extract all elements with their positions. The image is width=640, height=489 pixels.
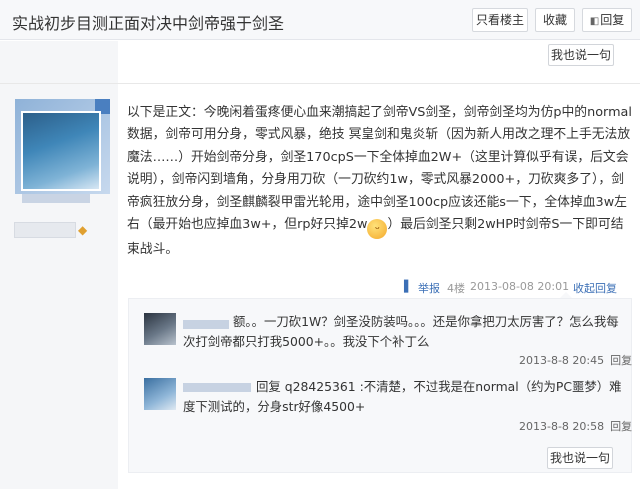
avatar[interactable] — [21, 111, 101, 191]
reply-button[interactable]: ◧回复 — [582, 8, 632, 32]
grin-emoji-icon: ᵕ — [367, 219, 388, 240]
say-something-button[interactable]: 我也说一句 — [547, 447, 613, 469]
comment-text: 额。。一刀砍1W？剑圣没防装吗。。。还是你拿把刀太厉害了？怎么我每次打剑帝都只打… — [183, 314, 619, 349]
previous-post-user-column — [0, 41, 118, 83]
comment-reply-link[interactable]: 回复 — [610, 354, 632, 367]
thread-title: 实战初步目测正面对决中剑帝强于剑圣 — [12, 14, 285, 33]
comment-time: 2013-8-8 20:58 — [519, 420, 605, 433]
favorite-button[interactable]: 收藏 — [535, 8, 575, 32]
avatar-frame — [15, 99, 110, 194]
comment-meta: 2013-8-8 20:58 回复 — [519, 418, 632, 434]
comment-text: 回复 q28425361 :不清楚，不过我是在normal（约为PC噩梦）难度下… — [183, 379, 622, 414]
medal-icon[interactable]: ◆ — [78, 222, 92, 238]
only-op-button[interactable]: 只看楼主 — [472, 8, 528, 32]
comment-time: 2013-8-8 20:45 — [519, 354, 605, 367]
comment-avatar[interactable] — [144, 313, 176, 345]
previous-post-tail: 我也说一句 — [0, 41, 640, 83]
reply-button-label: 回复 — [600, 13, 625, 27]
post-text: 以下是正文：今晚闲着蛋疼便心血来潮搞起了剑帝VS剑圣，剑帝剑圣均为仿p中的nor… — [127, 105, 632, 233]
reply-icon: ◧ — [589, 16, 600, 27]
say-something-button[interactable]: 我也说一句 — [548, 44, 614, 66]
post-meta: ▌ 举报 4楼 2013-08-08 20:01 收起回复 — [0, 278, 640, 296]
username-redacted[interactable] — [22, 194, 90, 203]
comment-reply-link[interactable]: 回复 — [610, 420, 632, 433]
report-icon[interactable]: ▌ — [404, 280, 412, 293]
thread-header: 实战初步目测正面对决中剑帝强于剑圣 只看楼主 收藏 ◧回复 — [0, 0, 640, 40]
comment-avatar[interactable] — [144, 378, 176, 410]
post-timestamp: 2013-08-08 20:01 — [470, 280, 570, 293]
comment-meta: 2013-8-8 20:45 回复 — [519, 352, 632, 368]
post-content: 以下是正文：今晚闲着蛋疼便心血来潮搞起了剑帝VS剑圣，剑帝剑圣均为仿p中的nor… — [127, 102, 632, 261]
report-link[interactable]: 举报 — [418, 280, 440, 296]
collapse-reply-link[interactable]: 收起回复 — [573, 280, 617, 296]
floor-number: 4楼 — [447, 282, 465, 295]
user-level-badge[interactable] — [14, 222, 76, 238]
